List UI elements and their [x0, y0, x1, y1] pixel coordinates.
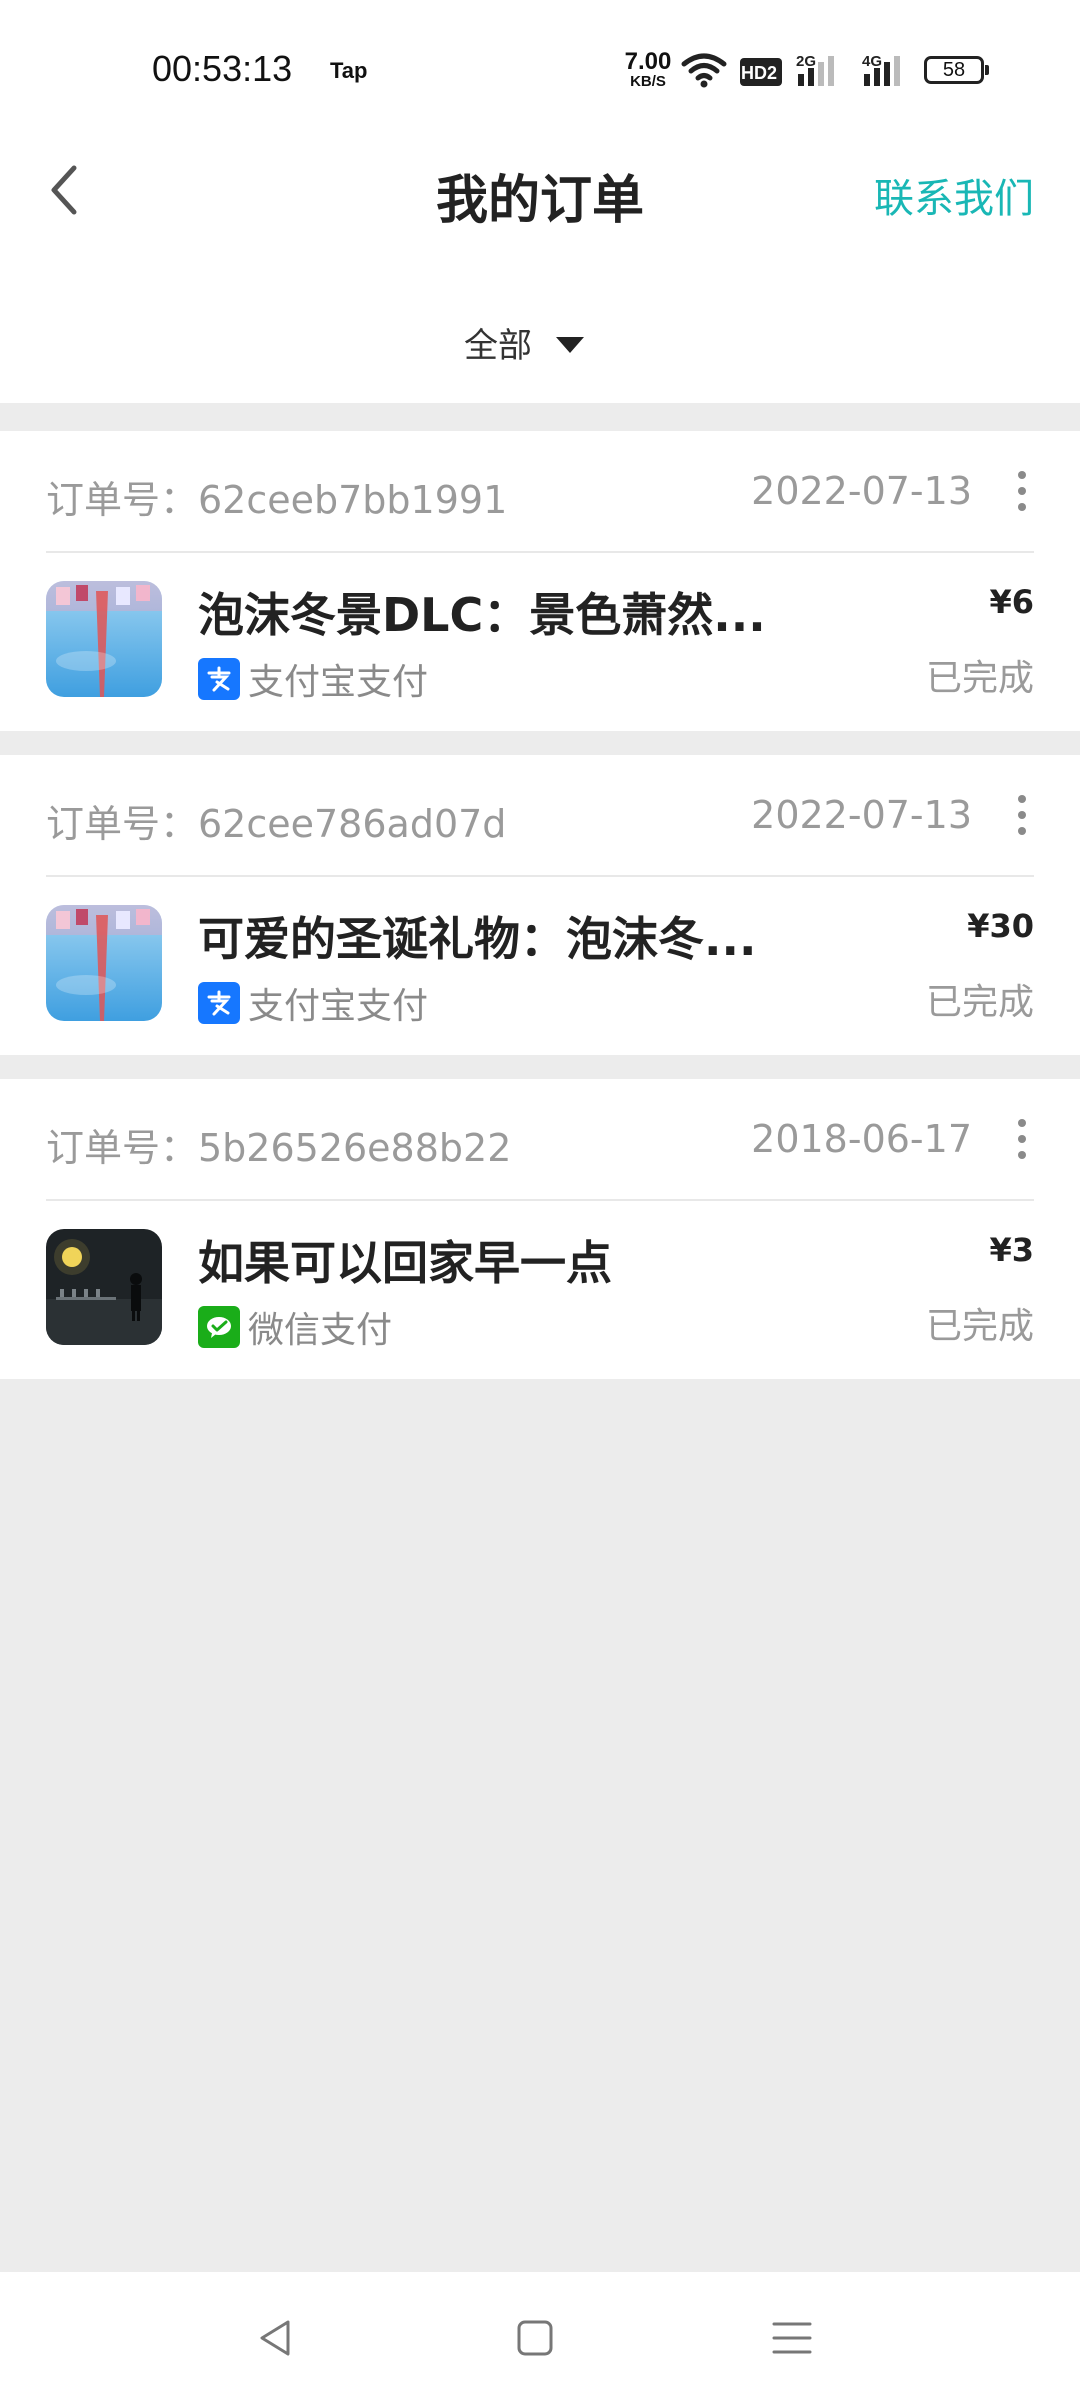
battery-icon: 58: [924, 56, 989, 84]
wifi-icon: [680, 52, 728, 92]
divider: [46, 551, 1034, 553]
alipay-icon: [198, 658, 240, 700]
payment-label: 支付宝支付: [248, 986, 429, 1027]
product-thumbnail: [46, 581, 162, 697]
order-id: 订单号：62ceeb7bb1991: [46, 478, 508, 522]
back-triangle-icon[interactable]: [254, 2316, 298, 2364]
order-status: 已完成: [925, 1306, 1034, 1347]
order-price: ¥6: [989, 583, 1034, 621]
order-price: ¥3: [989, 1231, 1034, 1269]
order-id: 订单号：62cee786ad07d: [46, 802, 507, 846]
order-header: 订单号：5b26526e88b22 2018-06-17: [46, 1079, 1034, 1199]
payment-label: 微信支付: [248, 1310, 393, 1351]
alipay-icon: [198, 982, 240, 1024]
product-thumbnail: [46, 905, 162, 1021]
payment-method: 支付宝支付: [198, 977, 428, 1029]
divider: [46, 875, 1034, 877]
product-title: 泡沫冬景DLC：景色萧然...: [198, 588, 766, 642]
order-card[interactable]: 订单号：62ceeb7bb1991 2022-07-13 泡沫冬景DLC：景色萧…: [0, 431, 1080, 731]
more-options-icon[interactable]: [1016, 471, 1028, 511]
triangle-down-icon: [556, 336, 584, 353]
product-title: 如果可以回家早一点: [198, 1236, 612, 1290]
home-square-icon[interactable]: [515, 2316, 555, 2364]
wechat-pay-icon: [198, 1306, 240, 1348]
top-area: 00:53:13 Tap 7.00 KB/S HD2 2G 4G 58 我的订单…: [0, 0, 1080, 403]
signal-2g-label: 2G: [796, 53, 816, 70]
hd-label: HD2: [741, 63, 777, 83]
order-header: 订单号：62ceeb7bb1991 2022-07-13: [46, 431, 1034, 551]
payment-label: 支付宝支付: [248, 662, 429, 703]
payment-method: 微信支付: [198, 1301, 392, 1353]
net-speed-unit: KB/S: [630, 73, 666, 90]
order-price: ¥30: [967, 907, 1034, 945]
hd-icon: HD2: [740, 58, 782, 90]
net-speed-value: 7.00: [624, 48, 672, 75]
system-nav-bar: [0, 2272, 1080, 2400]
product-thumbnail: [46, 1229, 162, 1345]
more-options-icon[interactable]: [1016, 1119, 1028, 1159]
signal-icon: 2G: [796, 52, 850, 92]
filter-label: 全部: [464, 326, 532, 366]
app-indicator: Tap: [330, 58, 368, 83]
order-filter-dropdown[interactable]: 全部: [464, 318, 584, 367]
product-title: 可爱的圣诞礼物：泡沫冬...: [198, 912, 757, 966]
status-time: 00:53:13: [152, 48, 293, 89]
menu-lines-icon[interactable]: [772, 2316, 812, 2364]
contact-us-link[interactable]: 联系我们: [874, 166, 1034, 224]
order-status: 已完成: [925, 658, 1034, 699]
divider: [46, 1199, 1034, 1201]
order-date: 2022-07-13: [751, 469, 972, 513]
order-date: 2022-07-13: [751, 793, 972, 837]
more-options-icon[interactable]: [1016, 795, 1028, 835]
net-speed: 7.00 KB/S: [620, 48, 676, 90]
order-id: 订单号：5b26526e88b22: [46, 1126, 512, 1170]
signal-4g-label: 4G: [862, 53, 882, 70]
order-card[interactable]: 订单号：5b26526e88b22 2018-06-17 如果可以回家早一点 微…: [0, 1079, 1080, 1379]
order-card[interactable]: 订单号：62cee786ad07d 2022-07-13 可爱的圣诞礼物：泡沫冬…: [0, 755, 1080, 1055]
order-header: 订单号：62cee786ad07d 2022-07-13: [46, 755, 1034, 875]
status-bar: 00:53:13 Tap 7.00 KB/S HD2 2G 4G 58: [0, 0, 1080, 140]
payment-method: 支付宝支付: [198, 653, 428, 705]
signal-icon: 4G: [862, 52, 916, 92]
order-date: 2018-06-17: [751, 1117, 972, 1161]
order-status: 已完成: [925, 982, 1034, 1023]
